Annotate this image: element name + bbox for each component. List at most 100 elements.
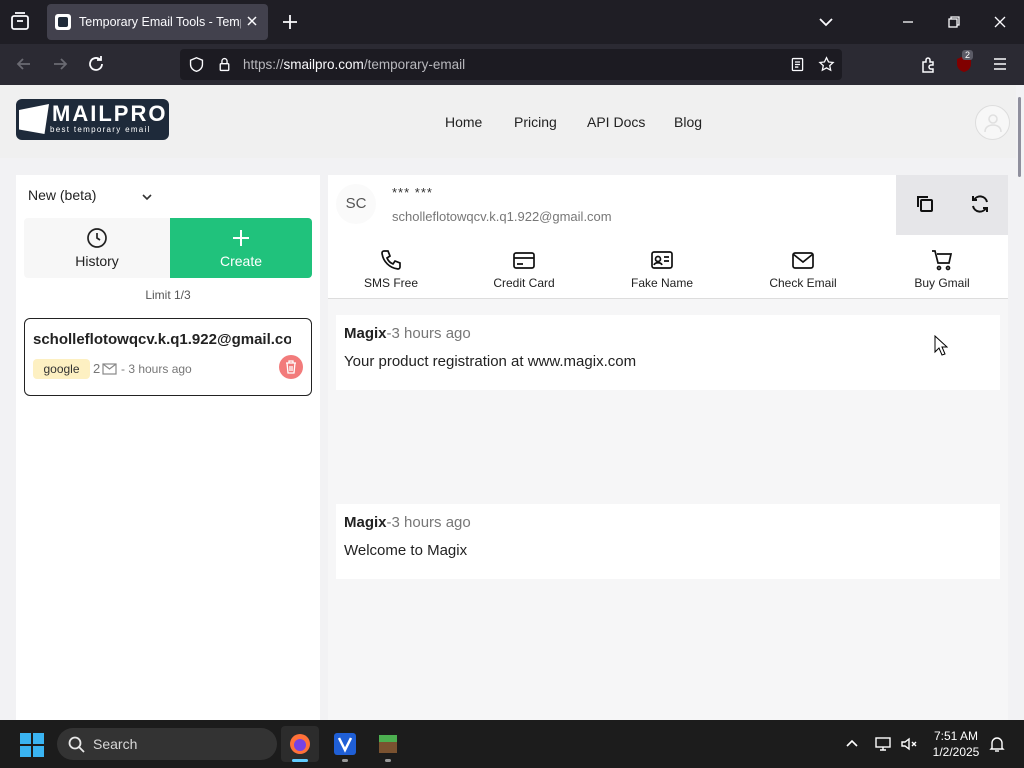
- email-list-panel: New (beta) History Create Limit 1/3 scho…: [16, 175, 320, 720]
- tracking-protection-shield-icon[interactable]: [188, 56, 205, 73]
- clock-time: 7:51 AM: [933, 729, 979, 743]
- email-card[interactable]: scholleflotowqcv.k.q1.922@gmail.com goog…: [24, 318, 312, 396]
- logo-name: MAILPRO: [52, 101, 168, 126]
- windows-start-icon[interactable]: [20, 733, 44, 757]
- active-indicator: [292, 759, 308, 762]
- mouse-pointer-icon: [934, 335, 948, 356]
- check-email-button[interactable]: Check Email: [743, 235, 863, 299]
- message-item[interactable]: Magix-3 hours ago Welcome to Magix: [336, 504, 1000, 579]
- browser-tab-active[interactable]: Temporary Email Tools - Temporary Email: [47, 4, 268, 40]
- buy-gmail-label: Buy Gmail: [914, 276, 970, 290]
- forward-arrow-icon[interactable]: [50, 54, 70, 74]
- url-text[interactable]: https://smailpro.com/temporary-email: [243, 57, 465, 72]
- credit-card-label: Credit Card: [493, 276, 555, 290]
- browser-tab-bar: Temporary Email Tools - Temporary Email: [0, 0, 1024, 44]
- back-arrow-icon[interactable]: [14, 54, 34, 74]
- padlock-icon[interactable]: [216, 56, 233, 73]
- taskbar-clock[interactable]: 7:51 AM 1/2/2025: [928, 728, 984, 760]
- check-email-label: Check Email: [769, 276, 837, 290]
- message-item[interactable]: Magix-3 hours ago Your product registrat…: [336, 315, 1000, 390]
- message-sender: Magix-3 hours ago: [344, 325, 471, 342]
- trash-icon: [286, 360, 296, 374]
- tab-title: Temporary Email Tools - Temporary Email: [79, 15, 241, 29]
- chevron-down-icon: [142, 194, 152, 201]
- mailpro-logo[interactable]: MAILPRO best temporary email: [16, 99, 169, 140]
- page-scrollbar[interactable]: [1016, 85, 1024, 720]
- windows-taskbar: Search 7:51 AM 1/2/2025: [0, 720, 1024, 768]
- plus-icon: [233, 230, 249, 246]
- notification-bell-icon[interactable]: [988, 735, 1006, 753]
- hamburger-menu-icon[interactable]: [990, 54, 1010, 74]
- site-header: MAILPRO best temporary email Home Pricin…: [0, 85, 1016, 158]
- nav-blog-link[interactable]: Blog: [674, 114, 702, 130]
- sms-free-label: SMS Free: [363, 276, 418, 290]
- credit-card-icon: [513, 252, 535, 269]
- fake-name-label: Fake Name: [630, 276, 694, 290]
- extensions-puzzle-icon[interactable]: [919, 54, 939, 74]
- history-label: History: [75, 253, 119, 269]
- grass-block-icon: [379, 735, 397, 753]
- browser-navigation-bar: https://smailpro.com/temporary-email 2: [0, 44, 1024, 85]
- tab-list-icon[interactable]: [8, 10, 32, 34]
- initials-avatar: SC: [336, 184, 376, 224]
- taskbar-search[interactable]: Search: [57, 728, 277, 760]
- copy-icon[interactable]: [914, 193, 936, 215]
- buy-gmail-button[interactable]: Buy Gmail: [882, 235, 1002, 299]
- create-button[interactable]: Create: [170, 218, 312, 278]
- user-avatar[interactable]: [975, 105, 1010, 140]
- close-tab-icon[interactable]: [244, 13, 260, 29]
- credit-card-button[interactable]: Credit Card: [464, 235, 584, 299]
- phone-icon: [381, 250, 401, 270]
- card-email-address: scholleflotowqcv.k.q1.922@gmail.com: [33, 331, 291, 348]
- scrollbar-thumb[interactable]: [1018, 97, 1021, 177]
- volume-muted-icon[interactable]: [900, 735, 918, 753]
- extension-badge: 2: [962, 50, 974, 60]
- logo-tagline: best temporary email: [50, 125, 151, 134]
- minecraft-taskbar-button[interactable]: [369, 726, 407, 762]
- shopping-cart-icon: [932, 250, 953, 271]
- delete-email-button[interactable]: [279, 355, 303, 379]
- new-tab-icon[interactable]: [280, 12, 300, 32]
- current-email-address[interactable]: scholleflotowqcv.k.q1.922@gmail.com: [392, 209, 612, 224]
- nav-pricing-link[interactable]: Pricing: [514, 114, 557, 130]
- search-icon: [68, 736, 85, 753]
- fake-name-button[interactable]: Fake Name: [602, 235, 722, 299]
- inbox-panel: SC *** *** scholleflotowqcv.k.q1.922@gma…: [328, 175, 1008, 720]
- nav-home-link[interactable]: Home: [445, 114, 482, 130]
- nav-api-docs-link[interactable]: API Docs: [587, 114, 645, 130]
- vpn-taskbar-button[interactable]: [326, 726, 364, 762]
- site-favicon-icon: [55, 14, 71, 30]
- refresh-icon[interactable]: [969, 193, 991, 215]
- message-sender: Magix-3 hours ago: [344, 514, 471, 531]
- mode-select[interactable]: New (beta): [28, 187, 158, 209]
- network-icon[interactable]: [874, 735, 892, 753]
- message-subject: Welcome to Magix: [344, 542, 468, 559]
- list-all-tabs-icon[interactable]: [816, 12, 836, 32]
- reader-view-icon[interactable]: [789, 56, 806, 73]
- firefox-taskbar-button[interactable]: [281, 726, 319, 762]
- id-card-icon: [651, 251, 673, 269]
- message-count: 2: [93, 361, 101, 376]
- search-label: Search: [93, 736, 138, 752]
- chevron-up-icon[interactable]: [843, 735, 861, 753]
- clock-date: 1/2/2025: [932, 745, 980, 759]
- address-header: SC *** *** scholleflotowqcv.k.q1.922@gma…: [328, 175, 1008, 235]
- reload-icon[interactable]: [86, 54, 106, 74]
- envelope-icon: [792, 252, 814, 269]
- clock-icon: [87, 228, 107, 248]
- user-icon: [984, 114, 1002, 133]
- history-button[interactable]: History: [24, 218, 170, 278]
- tools-bar: SMS Free Credit Card Fake Name Check Ema…: [328, 235, 1008, 299]
- restore-window-icon[interactable]: [944, 12, 964, 32]
- running-indicator: [342, 759, 348, 762]
- address-actions: [896, 175, 1008, 235]
- mail-icon: [102, 363, 117, 375]
- sms-free-button[interactable]: SMS Free: [331, 235, 451, 299]
- minimize-window-icon[interactable]: [898, 12, 918, 32]
- close-window-icon[interactable]: [990, 12, 1010, 32]
- message-subject: Your product registration at www.magix.c…: [344, 353, 637, 370]
- mode-select-value: New (beta): [28, 187, 97, 203]
- address-bar[interactable]: https://smailpro.com/temporary-email: [180, 49, 842, 80]
- masked-name: *** ***: [392, 185, 433, 200]
- bookmark-star-icon[interactable]: [818, 56, 835, 73]
